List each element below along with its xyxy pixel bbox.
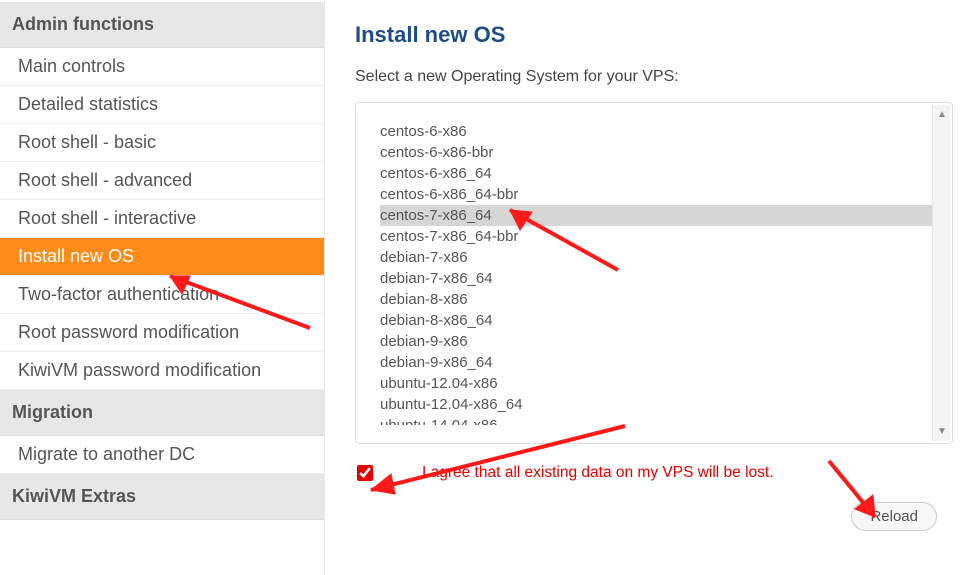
sidebar-item[interactable]: Detailed statistics xyxy=(0,86,324,124)
os-option[interactable]: ubuntu-12.04-x86_64 xyxy=(380,394,944,415)
sidebar-heading-migration: Migration xyxy=(0,390,324,436)
scrollbar[interactable]: ▲ ▼ xyxy=(932,105,950,441)
os-option[interactable]: debian-9-x86 xyxy=(380,331,944,352)
sidebar-item[interactable]: Root shell - basic xyxy=(0,124,324,162)
sidebar: Admin functions Main controlsDetailed st… xyxy=(0,0,325,575)
os-option[interactable]: centos-6-x86_64-bbr xyxy=(380,184,944,205)
agree-label[interactable]: I agree that all existing data on my VPS… xyxy=(422,464,774,482)
scroll-up-icon[interactable]: ▲ xyxy=(937,109,947,120)
os-list[interactable]: centos-6-x86centos-6-x86-bbrcentos-6-x86… xyxy=(380,121,944,425)
main-panel: Install new OS Select a new Operating Sy… xyxy=(325,0,965,575)
os-option[interactable]: debian-9-x86_64 xyxy=(380,352,944,373)
scroll-down-icon[interactable]: ▼ xyxy=(937,426,947,437)
sidebar-item[interactable]: Root shell - advanced xyxy=(0,162,324,200)
os-option[interactable]: debian-8-x86 xyxy=(380,289,944,310)
sidebar-item[interactable]: Migrate to another DC xyxy=(0,436,324,474)
os-option[interactable]: centos-6-x86 xyxy=(380,121,944,142)
sidebar-item[interactable]: Two-factor authentication xyxy=(0,276,324,314)
os-list-container: centos-6-x86centos-6-x86-bbrcentos-6-x86… xyxy=(355,102,953,444)
os-option[interactable]: centos-6-x86_64 xyxy=(380,163,944,184)
os-option[interactable]: debian-7-x86_64 xyxy=(380,268,944,289)
os-option[interactable]: centos-6-x86-bbr xyxy=(380,142,944,163)
sidebar-item[interactable]: Install new OS xyxy=(0,238,324,276)
os-option[interactable]: ubuntu-14.04-x86 xyxy=(380,415,944,425)
os-option[interactable]: centos-7-x86_64 xyxy=(380,205,944,226)
sidebar-heading-admin: Admin functions xyxy=(0,2,324,48)
sidebar-item[interactable]: Root password modification xyxy=(0,314,324,352)
reload-button[interactable]: Reload xyxy=(851,502,937,531)
sidebar-item[interactable]: Main controls xyxy=(0,48,324,86)
sidebar-item[interactable]: KiwiVM password modification xyxy=(0,352,324,390)
sidebar-heading-extras: KiwiVM Extras xyxy=(0,474,324,520)
os-option[interactable]: debian-7-x86 xyxy=(380,247,944,268)
page-title: Install new OS xyxy=(355,22,953,48)
os-option[interactable]: centos-7-x86_64-bbr xyxy=(380,226,944,247)
agree-checkbox[interactable] xyxy=(357,465,373,481)
os-option[interactable]: debian-8-x86_64 xyxy=(380,310,944,331)
os-option[interactable]: ubuntu-12.04-x86 xyxy=(380,373,944,394)
sidebar-item[interactable]: Root shell - interactive xyxy=(0,200,324,238)
page-subtitle: Select a new Operating System for your V… xyxy=(355,68,953,86)
